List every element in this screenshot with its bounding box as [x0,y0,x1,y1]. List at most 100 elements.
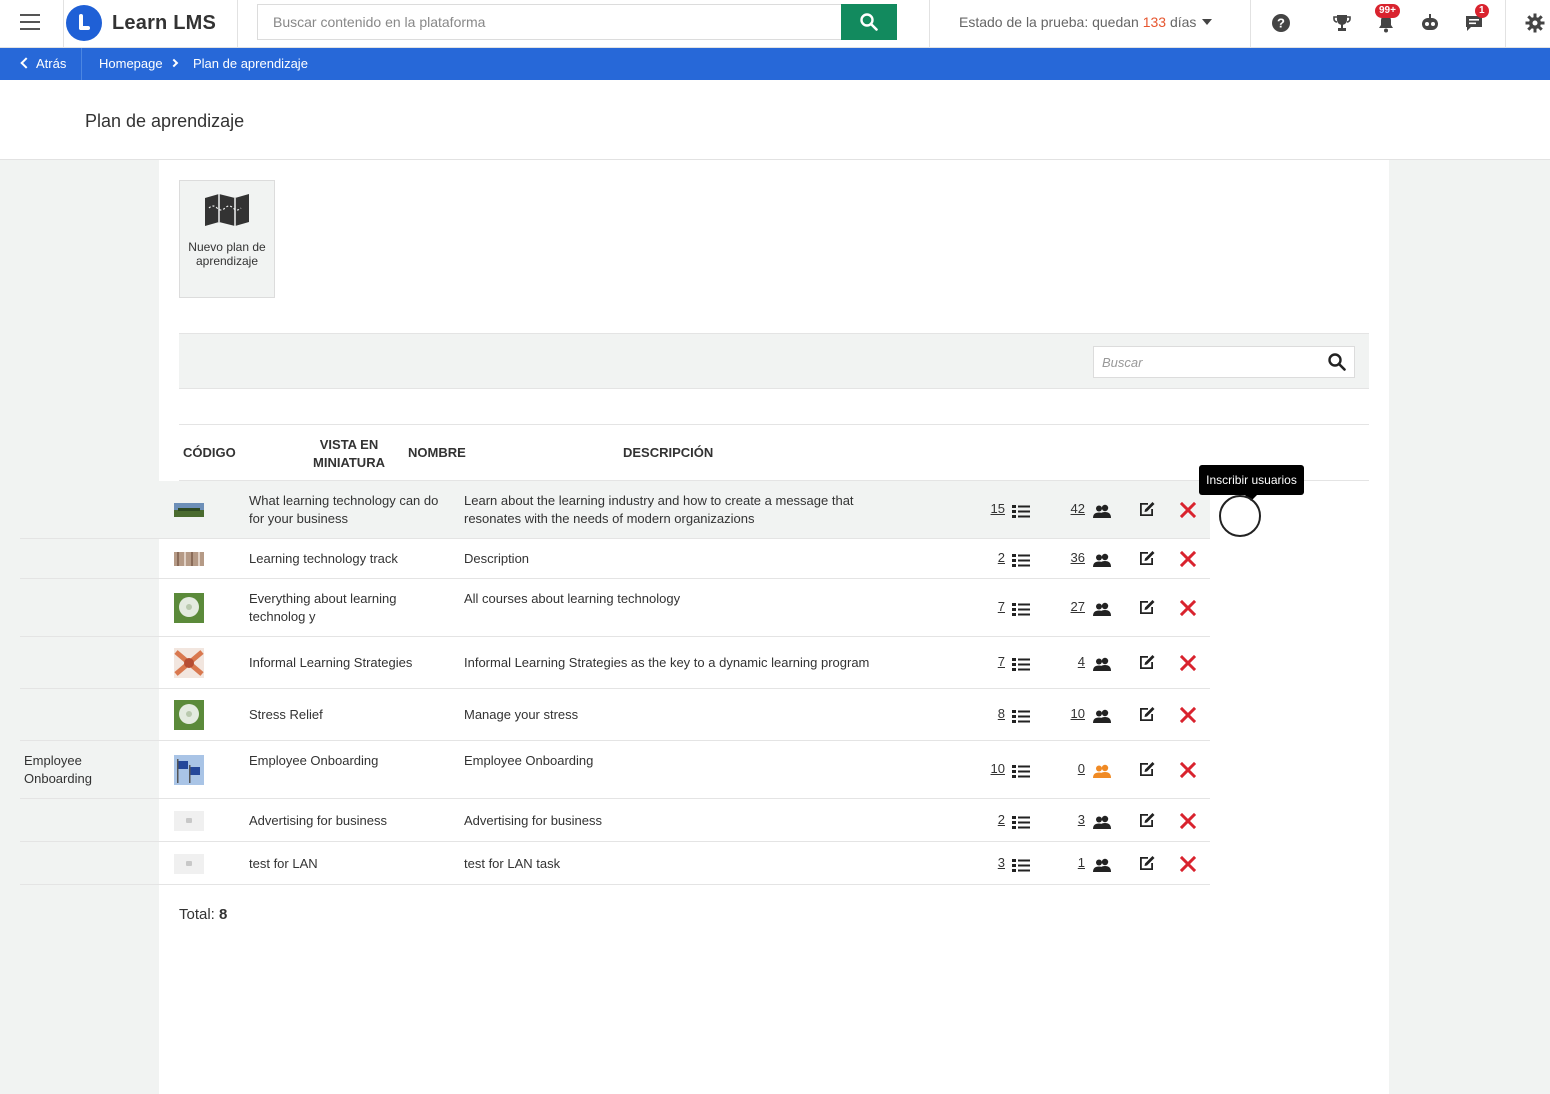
chevron-right-icon [169,58,179,68]
row-course-count-link[interactable]: 2 [970,550,1005,565]
row-course-count-link[interactable]: 3 [970,855,1005,870]
row-name[interactable]: Everything about learning technolog y [249,590,455,626]
gear-icon[interactable] [1524,12,1546,34]
map-icon [205,194,249,226]
table-row[interactable]: Employee Onboarding Employee Onboarding Em… [20,741,1210,799]
hamburger-icon[interactable] [20,14,40,30]
row-description: Description [464,551,530,566]
row-name[interactable]: Advertising for business [249,812,455,830]
column-header-description[interactable]: Descripción [623,445,713,460]
edit-icon[interactable] [1138,653,1156,674]
global-search-button[interactable] [841,4,897,40]
table-row[interactable]: Learning technology track Description 2 36 [20,539,1210,579]
back-button[interactable]: Atrás [0,48,82,80]
users-icon[interactable] [1092,764,1112,781]
close-icon[interactable] [1179,501,1197,521]
close-icon[interactable] [1179,761,1197,781]
list-icon[interactable] [1012,764,1030,781]
edit-icon[interactable] [1138,760,1156,781]
table-search-input[interactable] [1094,347,1320,377]
robot-icon[interactable] [1419,12,1441,34]
column-header-code[interactable]: Código [183,445,236,460]
row-user-count-link[interactable]: 3 [1050,812,1085,827]
table-row[interactable]: What learning technology can do for your… [20,481,1210,539]
users-icon[interactable] [1092,553,1112,570]
row-user-count-link[interactable]: 27 [1050,599,1085,614]
edit-icon[interactable] [1138,811,1156,832]
trial-suffix: días [1166,14,1197,30]
table-row[interactable]: Informal Learning Strategies Informal Lea… [20,637,1210,689]
edit-icon[interactable] [1138,500,1156,521]
search-icon[interactable] [1328,353,1346,371]
row-user-count-link[interactable]: 42 [1050,501,1085,516]
breadcrumb-home-link[interactable]: Homepage [99,56,163,71]
users-icon[interactable] [1092,709,1112,726]
row-user-count-link[interactable]: 4 [1050,654,1085,669]
row-user-count-link[interactable]: 0 [1050,761,1085,776]
page-title-bar: Plan de aprendizaje [0,80,1550,160]
row-course-count-link[interactable]: 10 [970,761,1005,776]
close-icon[interactable] [1179,599,1197,619]
row-name[interactable]: Stress Relief [249,706,455,724]
list-icon[interactable] [1012,553,1030,570]
brand-logo[interactable]: Learn LMS [63,0,238,47]
trophy-icon[interactable] [1331,12,1353,34]
edit-icon[interactable] [1138,854,1156,875]
users-icon[interactable] [1092,858,1112,875]
edit-icon[interactable] [1138,598,1156,619]
edit-icon[interactable] [1138,705,1156,726]
table-row[interactable]: Advertising for business Advertising for … [20,799,1210,842]
list-icon[interactable] [1012,602,1030,619]
breadcrumb: Atrás Homepage Plan de aprendizaje [0,48,1550,80]
close-icon[interactable] [1179,855,1197,875]
total-value: 8 [219,906,228,923]
trial-status-dropdown[interactable]: Estado de la prueba: quedan 133 días [959,14,1213,30]
row-name[interactable]: test for LAN [249,855,455,873]
column-header-thumbnail: Vista en miniatura [313,437,385,470]
list-icon[interactable] [1012,504,1030,521]
global-search [257,4,897,40]
close-icon[interactable] [1179,706,1197,726]
notifications-badge: 99+ [1375,4,1400,18]
row-name[interactable]: Employee Onboarding [249,752,455,770]
users-icon[interactable] [1092,657,1112,674]
edit-icon[interactable] [1138,549,1156,570]
row-description: Learn about the learning industry and ho… [464,493,854,526]
users-icon[interactable] [1092,602,1112,619]
row-name[interactable]: Informal Learning Strategies [249,654,455,672]
new-learning-plan-tile[interactable]: Nuevo plan de aprendizaje [179,180,275,298]
row-name[interactable]: Learning technology track [249,550,455,568]
global-search-input[interactable] [257,4,841,40]
column-header-name[interactable]: Nombre [408,445,466,460]
users-icon[interactable] [1092,815,1112,832]
list-icon[interactable] [1012,815,1030,832]
table-row[interactable]: test for LAN test for LAN task 3 1 [20,842,1210,885]
close-icon[interactable] [1179,812,1197,832]
list-icon[interactable] [1012,858,1030,875]
help-icon[interactable]: ? [1270,12,1292,34]
list-icon[interactable] [1012,709,1030,726]
table-row[interactable]: Stress Relief Manage your stress 8 10 [20,689,1210,741]
row-name[interactable]: What learning technology can do for your… [249,492,455,528]
row-course-count-link[interactable]: 2 [970,812,1005,827]
table-search [1093,346,1355,378]
row-course-count-link[interactable]: 15 [970,501,1005,516]
trial-days: 133 [1142,14,1167,30]
new-learning-plan-label: Nuevo plan de aprendizaje [188,240,266,268]
users-icon[interactable] [1092,504,1112,521]
row-description: test for LAN task [464,855,561,871]
row-description: All courses about learning technology [464,591,681,606]
row-user-count-link[interactable]: 10 [1050,706,1085,721]
row-course-count-link[interactable]: 7 [970,654,1005,669]
table-row[interactable]: Everything about learning technolog y All… [20,579,1210,637]
row-code: Employee Onboarding [24,753,92,786]
row-course-count-link[interactable]: 7 [970,599,1005,614]
list-icon[interactable] [1012,657,1030,674]
row-description: Manage your stress [464,707,579,722]
row-user-count-link[interactable]: 1 [1050,855,1085,870]
row-course-count-link[interactable]: 8 [970,706,1005,721]
row-user-count-link[interactable]: 36 [1050,550,1085,565]
table-header: Código Vista en miniatura Nombre Descrip… [179,424,1369,481]
close-icon[interactable] [1179,550,1197,570]
close-icon[interactable] [1179,654,1197,674]
